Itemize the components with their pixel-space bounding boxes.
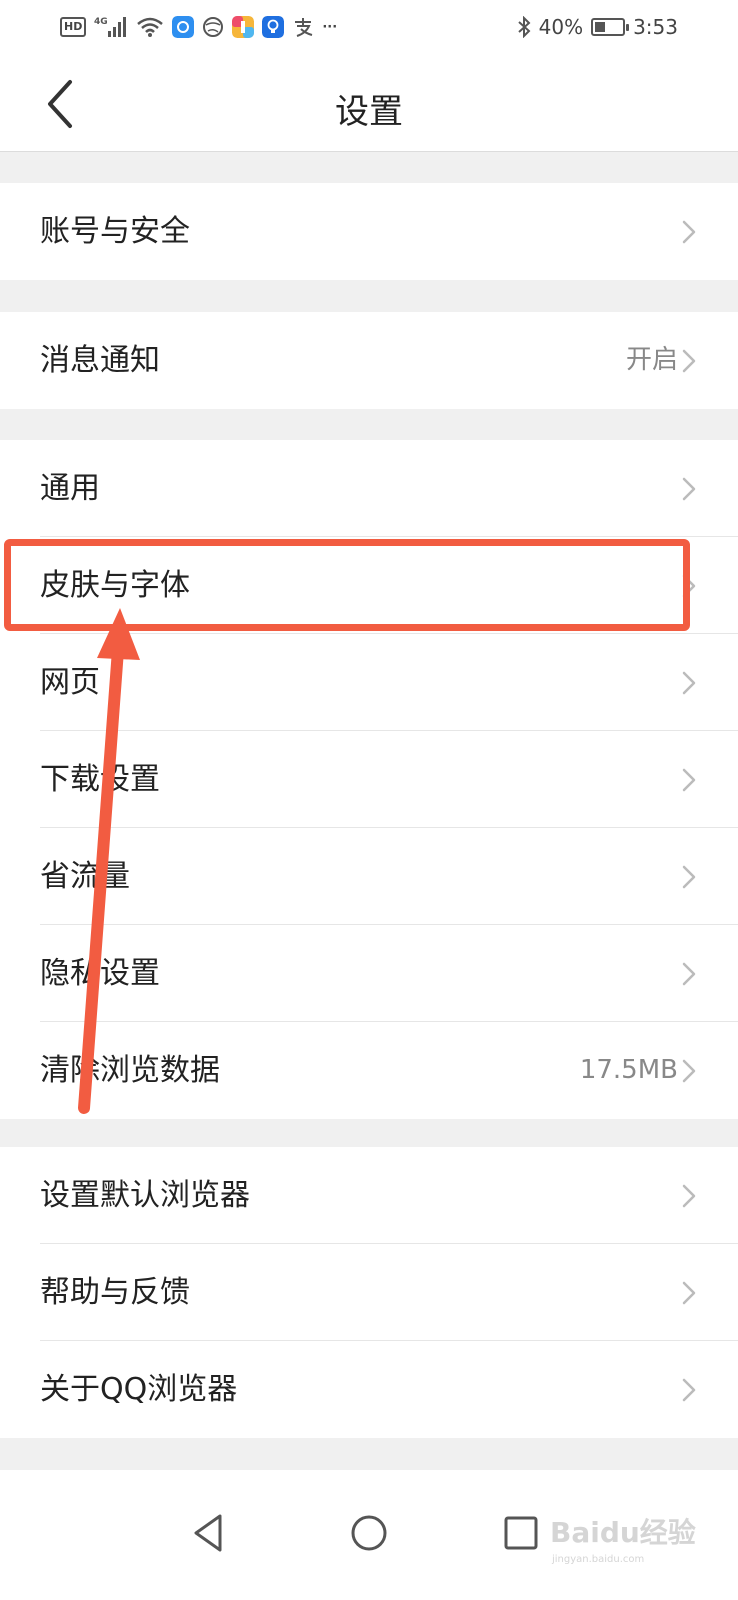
watermark-text: Baidu经验: [550, 1516, 696, 1549]
clock: 3:53: [633, 15, 678, 39]
nav-recents-button[interactable]: [496, 1508, 546, 1558]
settings-row[interactable]: 省流量: [0, 828, 738, 925]
settings-row-label: 通用: [40, 471, 100, 506]
settings-row-label: 消息通知: [40, 343, 160, 378]
chevron-right-icon: [682, 1059, 696, 1083]
back-triangle-icon: [194, 1514, 222, 1552]
chevron-right-icon: [682, 349, 696, 373]
bulb-icon: [262, 15, 285, 39]
settings-row-label: 设置默认浏览器: [40, 1178, 250, 1213]
battery-fill: [595, 22, 606, 32]
section-gap: [0, 409, 738, 440]
settings-row[interactable]: 通用: [0, 440, 738, 537]
section-gap: [0, 1116, 738, 1147]
settings-row[interactable]: 下载设置: [0, 731, 738, 828]
settings-row[interactable]: 关于QQ浏览器: [0, 1341, 738, 1438]
chevron-right-icon: [682, 1184, 696, 1208]
settings-row-label: 清除浏览数据: [40, 1053, 220, 1088]
chevron-right-icon: [682, 220, 696, 244]
annotation-highlight-box: [4, 539, 690, 631]
nav-back-button[interactable]: [186, 1508, 236, 1558]
settings-row-label: 关于QQ浏览器: [40, 1372, 238, 1407]
status-bar: HD 4G ··· 40% 3:53: [0, 0, 738, 56]
settings-row-label: 隐私设置: [40, 956, 160, 991]
battery-icon: [591, 18, 630, 36]
battery-percent: 40%: [538, 15, 584, 39]
settings-row[interactable]: 清除浏览数据 17.5MB: [0, 1022, 738, 1119]
section-gap: [0, 280, 738, 312]
app-blue-icon: [172, 15, 195, 39]
settings-row[interactable]: 设置默认浏览器: [0, 1147, 738, 1244]
home-circle-icon: [351, 1515, 387, 1551]
settings-row-value: 开启: [625, 345, 678, 375]
page-title: 设置: [335, 92, 403, 132]
settings-row-label: 下载设置: [40, 762, 160, 797]
settings-row[interactable]: 网页: [0, 634, 738, 731]
app-colorful-icon: [232, 15, 255, 39]
settings-row-label: 省流量: [40, 859, 130, 894]
baidu-jingyan-watermark: Baidu经验 jingyan.baidu.com: [550, 1516, 696, 1565]
nav-home-button[interactable]: [344, 1508, 394, 1558]
signal-4g-icon: 4G: [94, 15, 128, 39]
app-header: 设置: [0, 56, 738, 152]
settings-row-label: 网页: [40, 665, 100, 700]
settings-group-account: 账号与安全: [0, 183, 738, 280]
bluetooth-icon: [517, 15, 531, 39]
hd-icon: HD: [60, 17, 87, 37]
settings-row[interactable]: 消息通知 开启: [0, 312, 738, 409]
more-dots-icon: ···: [322, 19, 338, 35]
chevron-right-icon: [682, 962, 696, 986]
alipay-icon: [292, 15, 314, 39]
section-gap: [0, 152, 738, 183]
settings-row[interactable]: 账号与安全: [0, 183, 738, 280]
globe-icon: [202, 15, 224, 39]
watermark-subtext: jingyan.baidu.com: [551, 1554, 644, 1565]
chevron-right-icon: [682, 671, 696, 695]
settings-row-label: 账号与安全: [40, 214, 190, 249]
chevron-right-icon: [682, 1281, 696, 1305]
settings-group-about: 设置默认浏览器 帮助与反馈关于QQ浏览器: [0, 1147, 738, 1438]
chevron-right-icon: [682, 477, 696, 501]
network-label: 4G: [94, 17, 108, 27]
chevron-right-icon: [682, 1378, 696, 1402]
section-gap: [0, 1438, 738, 1470]
settings-row-value: 17.5MB: [579, 1055, 678, 1085]
status-right: 40% 3:53: [517, 12, 678, 42]
settings-row[interactable]: 帮助与反馈: [0, 1244, 738, 1341]
settings-row[interactable]: 隐私设置: [0, 925, 738, 1022]
chevron-right-icon: [682, 865, 696, 889]
recents-square-icon: [504, 1516, 538, 1550]
wifi-icon: [136, 15, 164, 39]
status-left-icons: HD 4G ···: [60, 12, 337, 42]
chevron-right-icon: [682, 768, 696, 792]
settings-group-notifications: 消息通知 开启: [0, 312, 738, 409]
settings-row-label: 帮助与反馈: [40, 1275, 190, 1310]
